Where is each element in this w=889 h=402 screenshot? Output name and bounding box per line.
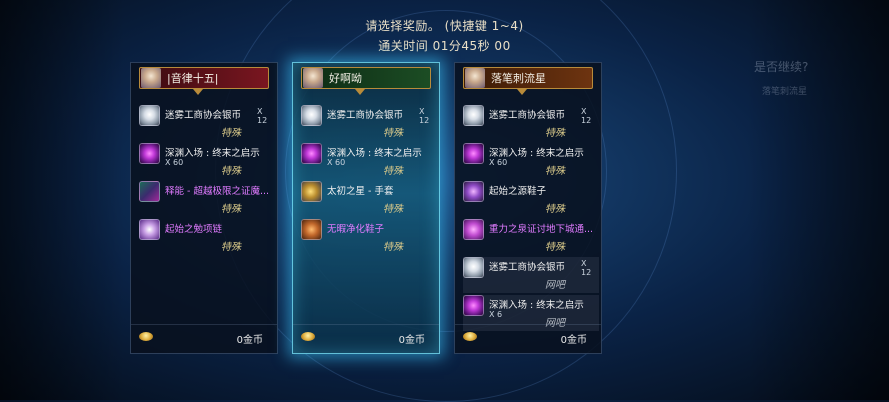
namebar-pointer-icon bbox=[517, 89, 527, 95]
item-rarity: 特殊 bbox=[545, 128, 565, 139]
item-rarity: 特殊 bbox=[545, 166, 565, 177]
gold-coin-icon bbox=[463, 332, 477, 341]
reward-item[interactable]: 深渊入场 : 终末之启示 X 60 特殊 bbox=[463, 143, 599, 179]
player-namebar: 落笔刺流星 bbox=[463, 67, 593, 89]
glove-icon bbox=[301, 181, 322, 202]
player-avatar bbox=[303, 68, 323, 88]
item-quantity: X 12 bbox=[419, 107, 430, 125]
player-namebar: 好啊呦 bbox=[301, 67, 431, 89]
item-name: 重力之泉证讨地下城通... bbox=[489, 224, 594, 235]
item-rarity: 特殊 bbox=[383, 204, 403, 215]
player-avatar bbox=[465, 68, 485, 88]
player-namebar: |音律十五| bbox=[139, 67, 269, 89]
gold-reward: 0金币 bbox=[301, 331, 433, 346]
gold-coin-icon bbox=[139, 332, 153, 341]
reward-item[interactable]: 迷雾工商协会银币 X 12 特殊 bbox=[463, 105, 599, 141]
abyss-ticket-icon bbox=[139, 143, 160, 164]
boot-icon bbox=[463, 181, 484, 202]
necklace-icon bbox=[139, 219, 160, 240]
gold-reward: 0金币 bbox=[139, 331, 271, 346]
item-rarity: 特殊 bbox=[221, 166, 241, 177]
item-name: 深渊入场 : 终末之启示 bbox=[489, 300, 584, 311]
item-rarity: 特殊 bbox=[221, 242, 241, 253]
divider bbox=[293, 324, 439, 325]
reward-item[interactable]: 起始之勉项链 特殊 bbox=[139, 219, 275, 255]
silver-coin-icon bbox=[301, 105, 322, 126]
gold-amount: 0金币 bbox=[560, 335, 587, 346]
item-name: 深渊入场 : 终末之启示 bbox=[165, 148, 260, 159]
reward-item[interactable]: 太初之星 - 手套 特殊 bbox=[301, 181, 437, 217]
item-rarity: 特殊 bbox=[545, 242, 565, 253]
item-rarity: 特殊 bbox=[221, 204, 241, 215]
item-quantity: X 12 bbox=[581, 259, 592, 277]
item-name: 无暇净化鞋子 bbox=[327, 224, 385, 235]
item-rarity: 特殊 bbox=[383, 166, 403, 177]
abyss-ticket-icon bbox=[463, 143, 484, 164]
item-quantity: X 12 bbox=[257, 107, 268, 125]
reward-item[interactable]: 重力之泉证讨地下城通... 特殊 bbox=[463, 219, 599, 255]
reward-item[interactable]: 深渊入场 : 终末之启示 X 60 特殊 bbox=[301, 143, 437, 179]
item-name: 起始之勉项链 bbox=[165, 224, 223, 235]
reward-item[interactable]: 迷雾工商协会银币 X 12 特殊 bbox=[139, 105, 275, 141]
divider bbox=[455, 324, 601, 325]
reward-item[interactable]: 释能 - 超越极限之证魔... 特殊 bbox=[139, 181, 275, 217]
reward-panel-3[interactable]: 落笔刺流星 迷雾工商协会银币 X 12 特殊 深渊入场 : 终末之启示 X 60… bbox=[454, 62, 602, 354]
item-name: 释能 - 超越极限之证魔... bbox=[165, 186, 270, 197]
item-quantity: X 12 bbox=[581, 107, 592, 125]
item-name: 深渊入场 : 终末之启示 bbox=[489, 148, 584, 159]
item-name: 太初之星 - 手套 bbox=[327, 186, 394, 197]
item-quantity: X 6 bbox=[489, 310, 503, 319]
reward-panel-1[interactable]: |音律十五| 迷雾工商协会银币 X 12 特殊 深渊入场 : 终末之启示 X 6… bbox=[130, 62, 278, 354]
item-rarity: 特殊 bbox=[383, 128, 403, 139]
player-name: 落笔刺流星 bbox=[491, 72, 546, 85]
gravity-orb-icon bbox=[463, 219, 484, 240]
item-name: 起始之源鞋子 bbox=[489, 186, 547, 197]
shoe-icon bbox=[301, 219, 322, 240]
item-quantity: X 60 bbox=[165, 158, 184, 167]
background-prompt-text: 是否继续? bbox=[754, 60, 809, 74]
item-rarity: 特殊 bbox=[383, 242, 403, 253]
player-avatar bbox=[141, 68, 161, 88]
namebar-pointer-icon bbox=[193, 89, 203, 95]
item-rarity: 特殊 bbox=[221, 128, 241, 139]
abyss-ticket-icon bbox=[301, 143, 322, 164]
reward-item[interactable]: 迷雾工商协会银币 X 12 网吧 bbox=[463, 257, 599, 293]
item-rarity: 网吧 bbox=[545, 280, 565, 291]
item-name: 深渊入场 : 终末之启示 bbox=[327, 148, 422, 159]
abyss-ticket-icon bbox=[463, 295, 484, 316]
player-name: 好啊呦 bbox=[329, 72, 362, 85]
item-rarity: 特殊 bbox=[545, 204, 565, 215]
item-quantity: X 60 bbox=[327, 158, 346, 167]
reward-item[interactable]: 起始之源鞋子 特殊 bbox=[463, 181, 599, 217]
silver-coin-icon bbox=[463, 105, 484, 126]
reward-item[interactable]: 深渊入场 : 终末之启示 X 60 特殊 bbox=[139, 143, 275, 179]
reward-item[interactable]: 无暇净化鞋子 特殊 bbox=[301, 219, 437, 255]
silver-coin-icon bbox=[139, 105, 160, 126]
reward-item[interactable]: 深渊入场 : 终末之启示 X 6 网吧 bbox=[463, 295, 599, 331]
shard-icon bbox=[139, 181, 160, 202]
namebar-pointer-icon bbox=[355, 89, 365, 95]
silver-coin-icon bbox=[463, 257, 484, 278]
player-name: |音律十五| bbox=[167, 72, 219, 85]
clear-time: 通关时间 01分45秒 00 bbox=[378, 39, 511, 53]
reward-panel-2[interactable]: 好啊呦 迷雾工商协会银币 X 12 特殊 深渊入场 : 终末之启示 X 60 特… bbox=[292, 62, 440, 354]
gold-amount: 0金币 bbox=[398, 335, 425, 346]
gold-reward: 0金币 bbox=[463, 331, 595, 346]
item-rarity: 网吧 bbox=[545, 318, 565, 329]
background-name-text: 落笔刺流星 bbox=[762, 87, 808, 97]
reward-item[interactable]: 迷雾工商协会银币 X 12 特殊 bbox=[301, 105, 437, 141]
gold-coin-icon bbox=[301, 332, 315, 341]
item-quantity: X 60 bbox=[489, 158, 508, 167]
reward-prompt: 请选择奖励。 (快捷键 1~4) bbox=[365, 19, 524, 33]
divider bbox=[131, 324, 277, 325]
gold-amount: 0金币 bbox=[236, 335, 263, 346]
